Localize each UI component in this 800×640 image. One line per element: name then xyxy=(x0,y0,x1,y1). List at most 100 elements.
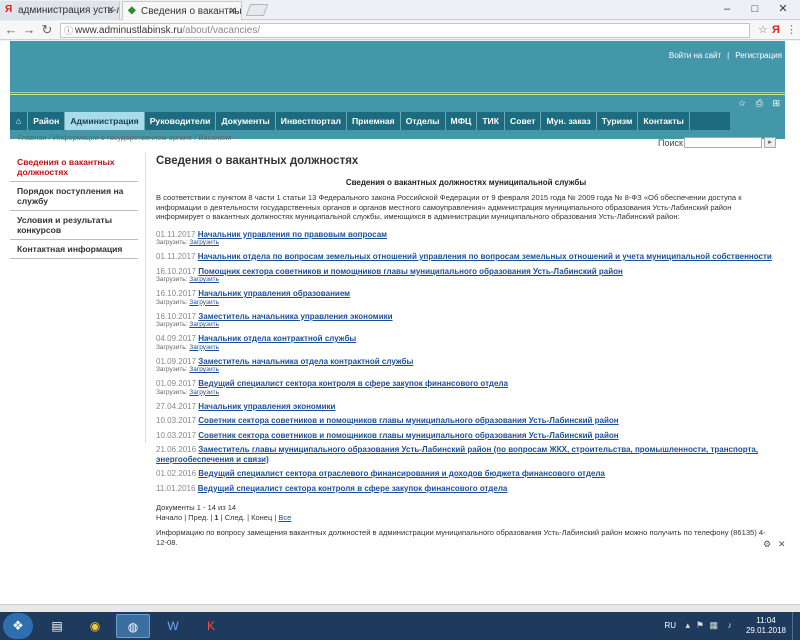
kaspersky-taskbar-icon[interactable]: K xyxy=(194,614,228,638)
star-bookmark-icon[interactable]: ☆ xyxy=(758,23,768,38)
sidebar-item[interactable]: Контактная информация xyxy=(10,240,138,259)
sitemap-icon[interactable]: ⊞ xyxy=(772,98,780,108)
vacancy-title-link[interactable]: Начальник управления по правовым вопроса… xyxy=(198,230,387,239)
vacancy-line: 21.06.2016 Заместитель главы муниципальн… xyxy=(156,445,776,464)
language-indicator[interactable]: RU xyxy=(664,621,676,630)
vacancy-line: 01.09.2017 Заместитель начальника отдела… xyxy=(156,357,776,367)
vacancy-title-link[interactable]: Заместитель начальника отдела контрактно… xyxy=(198,357,413,366)
favorite-icon[interactable]: ☆ xyxy=(738,98,746,108)
word-taskbar-icon[interactable]: W xyxy=(156,614,190,638)
sidebar-item[interactable]: Порядок поступления на службу xyxy=(10,182,138,211)
settings-gear-icon[interactable]: ⚙ xyxy=(763,539,771,550)
vacancy-download: Загрузить: Загрузить xyxy=(156,366,776,374)
download-label: Загрузить: xyxy=(156,239,188,246)
pager-all[interactable]: Все xyxy=(278,513,291,522)
menu-item[interactable]: Администрация xyxy=(65,112,145,130)
menu-item[interactable]: Контакты xyxy=(638,112,690,130)
close-tab-icon[interactable]: ✕ xyxy=(229,2,237,20)
tab-yandex-search[interactable]: Я администрация усть-ла ✕ xyxy=(0,1,120,20)
start-button[interactable]: ❖ xyxy=(3,613,33,639)
forward-arrow-icon[interactable]: → xyxy=(21,22,37,38)
vacancy-title-link[interactable]: Начальник управления экономики xyxy=(198,402,335,411)
volume-icon[interactable]: ♪ xyxy=(728,620,733,630)
vacancy-item: 10.03.2017 Советник сектора советников и… xyxy=(156,431,776,441)
show-desktop-button[interactable] xyxy=(792,612,800,640)
tab-vacancies[interactable]: ◆ Сведения о вакантных д ✕ xyxy=(122,1,242,20)
pager-prev[interactable]: Пред. xyxy=(188,513,208,522)
vacancy-title-link[interactable]: Ведущий специалист сектора отраслевого ф… xyxy=(198,469,605,478)
download-link[interactable]: Загрузить xyxy=(189,344,219,351)
download-link[interactable]: Загрузить xyxy=(189,239,219,246)
yandex-extension-icon[interactable]: Я xyxy=(772,23,780,38)
home-icon[interactable]: ⌂ xyxy=(10,112,29,130)
tray-expand-icon[interactable]: ▴ xyxy=(685,620,690,631)
sidebar-item[interactable]: Сведения о вакантных должностях xyxy=(10,153,138,182)
search-input[interactable] xyxy=(684,137,762,148)
url-domain: www.adminustlabinsk.ru xyxy=(75,25,183,36)
vacancy-item: 16.10.2017 Начальник управления образова… xyxy=(156,289,776,307)
close-icon[interactable]: ✕ xyxy=(778,539,786,550)
login-link[interactable]: Войти на сайт xyxy=(669,51,721,60)
vacancy-title-link[interactable]: Помощник сектора советников и помощников… xyxy=(198,267,623,276)
download-link[interactable]: Загрузить xyxy=(189,366,219,373)
menu-item[interactable]: Инвестпортал xyxy=(276,112,347,130)
reload-icon[interactable]: ↻ xyxy=(39,22,55,38)
menu-item[interactable]: Отделы xyxy=(401,112,446,130)
vacancy-date: 10.03.2017 xyxy=(156,416,197,425)
page-title: Сведения о вакантных должностях xyxy=(156,155,359,167)
menu-item[interactable]: ТИК xyxy=(477,112,505,130)
back-arrow-icon[interactable]: ← xyxy=(3,22,19,38)
vacancy-title-link[interactable]: Заместитель начальника управления эконом… xyxy=(198,312,392,321)
menu-item[interactable]: Документы xyxy=(216,112,276,130)
pager-end[interactable]: Конец xyxy=(251,513,272,522)
address-bar[interactable]: ⓘ www.adminustlabinsk.ru/about/vacancies… xyxy=(60,23,750,38)
menu-icon[interactable]: ⋮ xyxy=(786,23,797,38)
minimize-button[interactable]: – xyxy=(716,0,738,18)
url-path: /about/vacancies/ xyxy=(182,25,261,36)
banner-stripe xyxy=(10,92,785,93)
sidebar-item[interactable]: Условия и результаты конкурсов xyxy=(10,211,138,240)
menu-item[interactable]: Руководители xyxy=(145,112,217,130)
vacancy-title-link[interactable]: Начальник отдела по вопросам земельных о… xyxy=(198,252,772,261)
vacancy-title-link[interactable]: Заместитель главы муниципального образов… xyxy=(156,445,758,464)
vacancy-title-link[interactable]: Ведущий специалист сектора контроля в сф… xyxy=(198,379,508,388)
search-button[interactable]: ▸ xyxy=(764,137,776,148)
pager-start[interactable]: Начало xyxy=(156,513,182,522)
vacancy-line: 16.10.2017 Заместитель начальника управл… xyxy=(156,312,776,322)
print-icon[interactable]: ⎙ xyxy=(756,98,763,108)
close-window-button[interactable]: ✕ xyxy=(772,0,794,18)
download-link[interactable]: Загрузить xyxy=(189,299,219,306)
menu-item[interactable]: Мун. заказ xyxy=(541,112,597,130)
menu-item[interactable]: Район xyxy=(28,112,66,130)
clock[interactable]: 11:04 29.01.2018 xyxy=(746,616,786,636)
explorer-taskbar-icon[interactable]: ▤ xyxy=(40,614,74,638)
site-favicon-icon: ◆ xyxy=(128,5,136,16)
vacancy-date: 27.04.2017 xyxy=(156,401,197,411)
close-tab-icon[interactable]: ✕ xyxy=(107,1,115,20)
register-link[interactable]: Регистрация xyxy=(735,51,782,60)
download-link[interactable]: Загрузить xyxy=(189,276,219,283)
flag-icon[interactable]: ⚑ xyxy=(696,620,704,631)
menu-item[interactable]: Совет xyxy=(505,112,542,130)
menu-item[interactable]: Туризм xyxy=(597,112,639,130)
footer-note: Информацию по вопросу замещения вакантны… xyxy=(156,528,766,547)
new-tab-button[interactable] xyxy=(245,4,269,16)
norton-taskbar-icon[interactable]: ◉ xyxy=(78,614,112,638)
page-info-icon[interactable]: ⓘ xyxy=(64,25,73,38)
vacancy-list: 01.11.2017 Начальник управления по право… xyxy=(156,230,776,494)
menu-item[interactable]: Приемная xyxy=(347,112,401,130)
maximize-button[interactable]: □ xyxy=(744,0,766,18)
vacancy-title-link[interactable]: Советник сектора советников и помощников… xyxy=(198,416,618,425)
network-icon[interactable]: ▦ xyxy=(709,620,718,631)
menu-item[interactable]: МФЦ xyxy=(446,112,478,130)
download-link[interactable]: Загрузить xyxy=(189,321,219,328)
vacancy-title-link[interactable]: Начальник управления образованием xyxy=(198,289,350,298)
vacancy-title-link[interactable]: Советник сектора советников и помощников… xyxy=(198,431,618,440)
pager-next[interactable]: След. xyxy=(225,513,245,522)
vacancy-title-link[interactable]: Ведущий специалист сектора контроля в сф… xyxy=(198,484,508,493)
taskbar: ❖ ▤ ◉ ◍ W K RU ▴ ⚑ ▦ ♪ 11:04 29.01.2018 xyxy=(0,612,800,640)
chrome-taskbar-icon[interactable]: ◍ xyxy=(116,614,150,638)
banner-stripe-green xyxy=(10,94,785,95)
download-link[interactable]: Загрузить xyxy=(189,389,219,396)
vacancy-title-link[interactable]: Начальник отдела контрактной службы xyxy=(198,334,356,343)
